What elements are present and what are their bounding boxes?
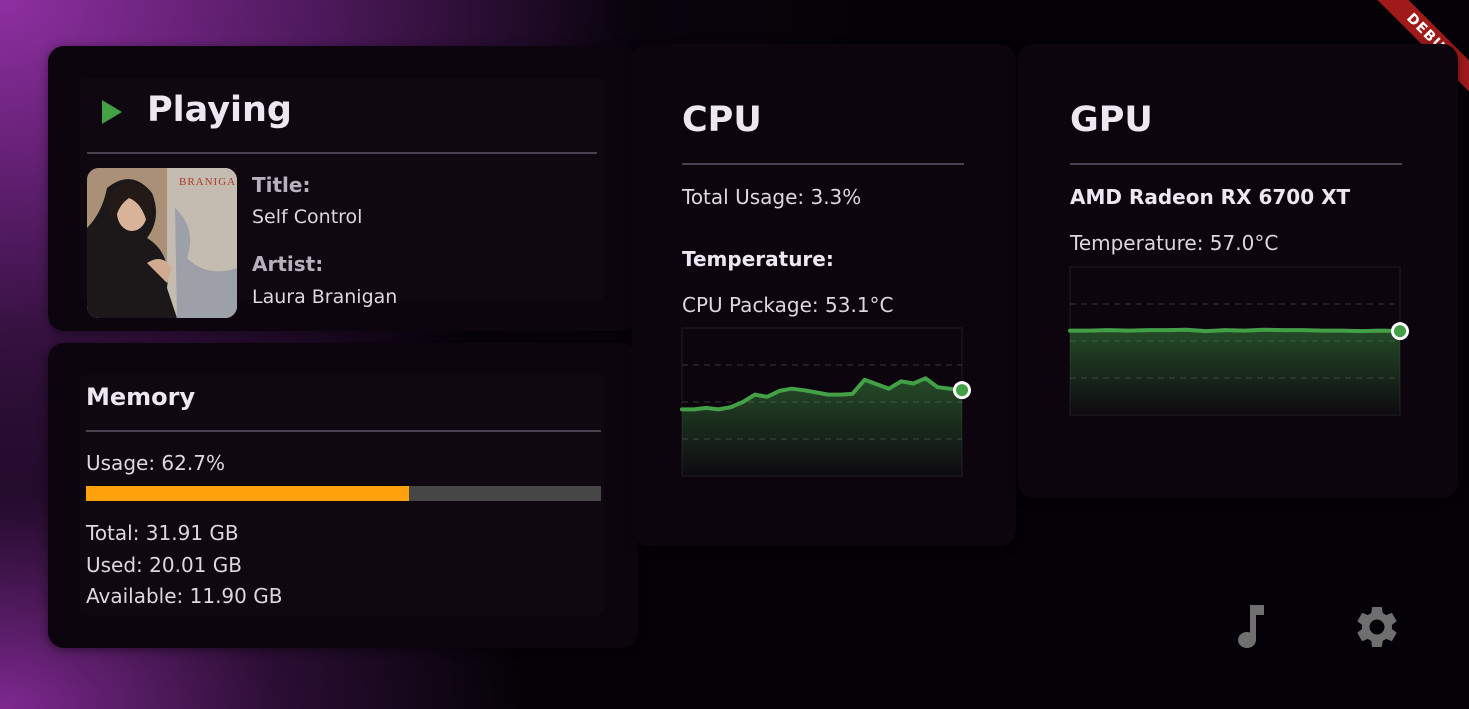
memory-divider	[86, 430, 601, 432]
now-playing-card: Playing BRANIGAN Title: Self Control Art…	[48, 46, 637, 331]
cpu-package-temp: CPU Package: 53.1°C	[682, 293, 894, 317]
playback-status: Playing	[147, 90, 292, 130]
gpu-temperature-chart	[1068, 266, 1409, 416]
gpu-divider	[1070, 163, 1402, 165]
memory-usage-bar-fill	[86, 486, 409, 501]
gear-icon	[1357, 606, 1397, 647]
memory-usage-bar	[86, 486, 601, 501]
track-artist: Laura Branigan	[252, 286, 398, 308]
cpu-title: CPU	[682, 100, 762, 140]
memory-used: Used: 20.01 GB	[86, 553, 242, 577]
album-art-title: BRANIGAN	[179, 176, 237, 188]
memory-title: Memory	[86, 383, 196, 411]
cpu-divider	[682, 163, 964, 165]
gpu-title: GPU	[1070, 100, 1153, 140]
gpu-current-point	[1394, 325, 1406, 338]
music-button[interactable]	[1232, 602, 1272, 652]
gpu-name: AMD Radeon RX 6700 XT	[1070, 185, 1351, 209]
memory-card: Memory Usage: 62.7% Total: 31.91 GB Used…	[48, 343, 638, 648]
cpu-temperature-chart	[680, 327, 971, 477]
cpu-card: CPU Total Usage: 3.3% Temperature: CPU P…	[632, 44, 1016, 546]
title-label: Title:	[252, 173, 311, 197]
gpu-chart-area	[1070, 329, 1400, 415]
memory-usage: Usage: 62.7%	[86, 451, 225, 475]
gpu-card: GPU AMD Radeon RX 6700 XT Temperature: 5…	[1018, 44, 1458, 498]
gpu-temperature-line	[1068, 327, 1402, 334]
now-playing-divider	[87, 152, 597, 154]
cpu-temperature-label: Temperature:	[682, 247, 834, 271]
artist-label: Artist:	[252, 252, 324, 276]
settings-button[interactable]	[1352, 602, 1402, 652]
cpu-total-usage: Total Usage: 3.3%	[682, 185, 862, 209]
gpu-temperature: Temperature: 57.0°C	[1070, 231, 1279, 255]
memory-total: Total: 31.91 GB	[86, 521, 239, 545]
play-icon	[102, 100, 122, 124]
cpu-current-point	[956, 384, 968, 397]
music-note-icon	[1238, 605, 1264, 648]
track-title: Self Control	[252, 206, 363, 228]
memory-available: Available: 11.90 GB	[86, 584, 283, 608]
album-art: BRANIGAN	[87, 168, 237, 318]
